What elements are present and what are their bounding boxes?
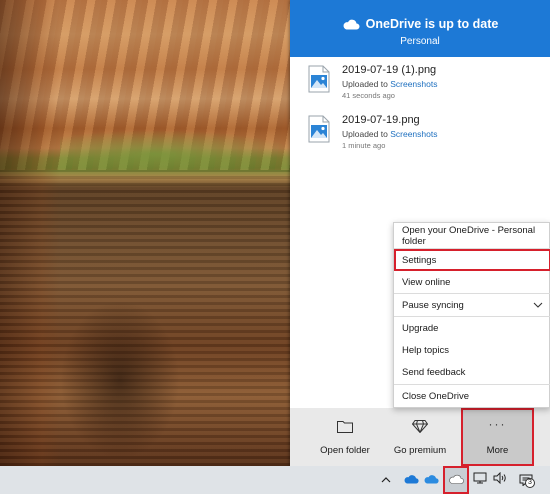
file-folder-link[interactable]: Screenshots bbox=[390, 79, 437, 89]
file-item[interactable]: 2019-07-19 (1).png Uploaded to Screensho… bbox=[308, 62, 538, 102]
diamond-icon bbox=[411, 420, 429, 436]
open-folder-label: Open folder bbox=[320, 445, 370, 456]
file-status-prefix: Uploaded to bbox=[342, 129, 388, 139]
menu-item-settings[interactable]: Settings bbox=[394, 249, 550, 271]
file-folder-link[interactable]: Screenshots bbox=[390, 129, 437, 139]
flyout-title: OneDrive is up to date bbox=[365, 17, 499, 31]
menu-item-pause-syncing-label: Pause syncing bbox=[402, 299, 464, 311]
open-folder-button[interactable]: Open folder bbox=[312, 408, 378, 466]
wallpaper-reflection bbox=[60, 300, 180, 460]
image-file-icon bbox=[308, 115, 330, 143]
show-hidden-icons-button[interactable] bbox=[379, 470, 393, 490]
file-time: 1 minute ago bbox=[342, 141, 386, 150]
tray-onedrive-business-button[interactable] bbox=[423, 470, 439, 490]
onedrive-blue-icon bbox=[423, 471, 439, 489]
menu-item-upgrade[interactable]: Upgrade bbox=[394, 317, 550, 339]
image-file-icon bbox=[308, 65, 330, 93]
more-button[interactable]: ··· More bbox=[461, 408, 534, 466]
file-name[interactable]: 2019-07-19.png bbox=[342, 114, 437, 126]
menu-item-help-topics[interactable]: Help topics bbox=[394, 339, 550, 361]
go-premium-label: Go premium bbox=[393, 445, 447, 456]
flyout-header: OneDrive is up to date Personal bbox=[290, 0, 550, 57]
file-status: Uploaded to Screenshots bbox=[342, 79, 437, 89]
chevron-up-icon bbox=[381, 471, 391, 489]
action-center-button[interactable]: 3 bbox=[518, 470, 536, 490]
onedrive-blue-icon bbox=[403, 471, 419, 489]
file-item[interactable]: 2019-07-19.png Uploaded to Screenshots 1… bbox=[308, 112, 538, 152]
file-name[interactable]: 2019-07-19 (1).png bbox=[342, 64, 437, 76]
action-center-icon: 3 bbox=[519, 473, 535, 488]
menu-item-pause-syncing[interactable]: Pause syncing bbox=[394, 294, 550, 316]
menu-item-send-feedback[interactable]: Send feedback bbox=[394, 361, 550, 383]
more-label: More bbox=[486, 445, 509, 456]
network-icon bbox=[473, 471, 487, 489]
menu-item-open-folder[interactable]: Open your OneDrive - Personal folder bbox=[394, 225, 550, 247]
volume-button[interactable] bbox=[492, 470, 508, 490]
cloud-icon bbox=[342, 18, 360, 30]
file-status-prefix: Uploaded to bbox=[342, 79, 388, 89]
file-time: 41 seconds ago bbox=[342, 91, 395, 100]
tray-app-button[interactable] bbox=[403, 470, 419, 490]
folder-icon bbox=[337, 420, 353, 436]
more-icon: ··· bbox=[488, 417, 507, 431]
wallpaper-moss bbox=[60, 130, 300, 170]
flyout-account: Personal bbox=[400, 36, 440, 47]
network-button[interactable] bbox=[472, 470, 488, 490]
taskbar: 3 bbox=[0, 466, 550, 494]
onedrive-tray-icon bbox=[448, 471, 464, 489]
flyout-title-row: OneDrive is up to date bbox=[290, 17, 550, 31]
tray-onedrive-button[interactable] bbox=[443, 466, 469, 494]
onedrive-more-menu: Open your OneDrive - Personal folder Set… bbox=[393, 222, 550, 408]
flyout-footer: Open folder Go premium ··· More bbox=[290, 408, 550, 466]
chevron-down-icon bbox=[533, 300, 543, 310]
go-premium-button[interactable]: Go premium bbox=[387, 408, 453, 466]
menu-item-close-onedrive[interactable]: Close OneDrive bbox=[394, 385, 550, 407]
file-status: Uploaded to Screenshots bbox=[342, 129, 437, 139]
volume-icon bbox=[493, 471, 507, 489]
menu-item-view-online[interactable]: View online bbox=[394, 271, 550, 293]
notification-count-badge: 3 bbox=[525, 478, 535, 488]
